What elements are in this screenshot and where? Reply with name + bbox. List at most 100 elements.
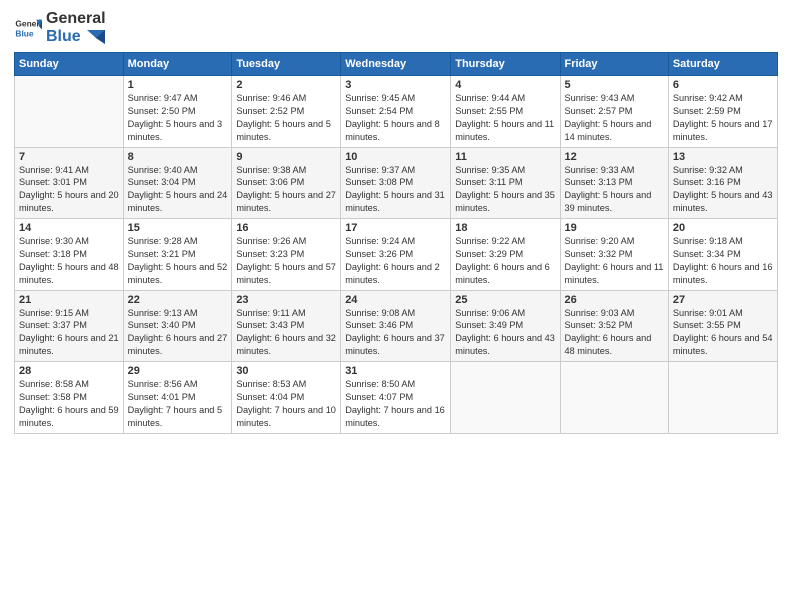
weekday-header: Tuesday [232,53,341,76]
day-info: Sunrise: 9:18 AM Sunset: 3:34 PM Dayligh… [673,235,773,287]
calendar-cell: 5 Sunrise: 9:43 AM Sunset: 2:57 PM Dayli… [560,76,668,148]
day-info: Sunrise: 9:03 AM Sunset: 3:52 PM Dayligh… [565,307,664,359]
day-info: Sunrise: 8:53 AM Sunset: 4:04 PM Dayligh… [236,378,336,430]
calendar-cell: 17 Sunrise: 9:24 AM Sunset: 3:26 PM Dayl… [341,219,451,291]
calendar-cell: 9 Sunrise: 9:38 AM Sunset: 3:06 PM Dayli… [232,147,341,219]
logo: General Blue General Blue [14,10,106,46]
calendar-cell: 21 Sunrise: 9:15 AM Sunset: 3:37 PM Dayl… [15,290,124,362]
day-info: Sunrise: 9:08 AM Sunset: 3:46 PM Dayligh… [345,307,446,359]
day-info: Sunrise: 8:50 AM Sunset: 4:07 PM Dayligh… [345,378,446,430]
day-number: 17 [345,222,446,234]
day-info: Sunrise: 9:13 AM Sunset: 3:40 PM Dayligh… [128,307,228,359]
day-number: 31 [345,365,446,377]
day-info: Sunrise: 9:41 AM Sunset: 3:01 PM Dayligh… [19,164,119,216]
day-info: Sunrise: 9:32 AM Sunset: 3:16 PM Dayligh… [673,164,773,216]
calendar-cell: 22 Sunrise: 9:13 AM Sunset: 3:40 PM Dayl… [123,290,232,362]
calendar-cell [668,362,777,434]
calendar-cell: 14 Sunrise: 9:30 AM Sunset: 3:18 PM Dayl… [15,219,124,291]
calendar-cell: 11 Sunrise: 9:35 AM Sunset: 3:11 PM Dayl… [451,147,560,219]
day-info: Sunrise: 9:22 AM Sunset: 3:29 PM Dayligh… [455,235,555,287]
day-number: 28 [19,365,119,377]
day-number: 19 [565,222,664,234]
day-info: Sunrise: 8:56 AM Sunset: 4:01 PM Dayligh… [128,378,228,430]
day-info: Sunrise: 9:45 AM Sunset: 2:54 PM Dayligh… [345,92,446,144]
day-info: Sunrise: 9:42 AM Sunset: 2:59 PM Dayligh… [673,92,773,144]
day-info: Sunrise: 9:06 AM Sunset: 3:49 PM Dayligh… [455,307,555,359]
day-number: 23 [236,294,336,306]
calendar-cell: 29 Sunrise: 8:56 AM Sunset: 4:01 PM Dayl… [123,362,232,434]
calendar-cell: 8 Sunrise: 9:40 AM Sunset: 3:04 PM Dayli… [123,147,232,219]
day-number: 4 [455,79,555,91]
day-info: Sunrise: 9:01 AM Sunset: 3:55 PM Dayligh… [673,307,773,359]
calendar-header-row: SundayMondayTuesdayWednesdayThursdayFrid… [15,53,778,76]
day-info: Sunrise: 9:30 AM Sunset: 3:18 PM Dayligh… [19,235,119,287]
weekday-header: Monday [123,53,232,76]
day-number: 22 [128,294,228,306]
calendar-cell: 16 Sunrise: 9:26 AM Sunset: 3:23 PM Dayl… [232,219,341,291]
calendar-cell: 3 Sunrise: 9:45 AM Sunset: 2:54 PM Dayli… [341,76,451,148]
calendar-cell [560,362,668,434]
calendar-cell: 19 Sunrise: 9:20 AM Sunset: 3:32 PM Dayl… [560,219,668,291]
calendar-cell: 30 Sunrise: 8:53 AM Sunset: 4:04 PM Dayl… [232,362,341,434]
calendar-cell: 20 Sunrise: 9:18 AM Sunset: 3:34 PM Dayl… [668,219,777,291]
calendar-cell: 12 Sunrise: 9:33 AM Sunset: 3:13 PM Dayl… [560,147,668,219]
calendar-week-row: 28 Sunrise: 8:58 AM Sunset: 3:58 PM Dayl… [15,362,778,434]
svg-text:Blue: Blue [15,28,33,38]
calendar-cell: 25 Sunrise: 9:06 AM Sunset: 3:49 PM Dayl… [451,290,560,362]
day-number: 15 [128,222,228,234]
day-number: 11 [455,151,555,163]
day-info: Sunrise: 9:47 AM Sunset: 2:50 PM Dayligh… [128,92,228,144]
day-info: Sunrise: 9:24 AM Sunset: 3:26 PM Dayligh… [345,235,446,287]
calendar-cell [15,76,124,148]
day-number: 1 [128,79,228,91]
calendar-cell: 1 Sunrise: 9:47 AM Sunset: 2:50 PM Dayli… [123,76,232,148]
day-info: Sunrise: 9:43 AM Sunset: 2:57 PM Dayligh… [565,92,664,144]
header-area: General Blue General Blue [14,10,778,46]
day-number: 30 [236,365,336,377]
day-number: 21 [19,294,119,306]
day-info: Sunrise: 9:33 AM Sunset: 3:13 PM Dayligh… [565,164,664,216]
weekday-header: Friday [560,53,668,76]
calendar-cell: 28 Sunrise: 8:58 AM Sunset: 3:58 PM Dayl… [15,362,124,434]
day-info: Sunrise: 9:20 AM Sunset: 3:32 PM Dayligh… [565,235,664,287]
calendar-cell: 24 Sunrise: 9:08 AM Sunset: 3:46 PM Dayl… [341,290,451,362]
day-number: 29 [128,365,228,377]
calendar-week-row: 7 Sunrise: 9:41 AM Sunset: 3:01 PM Dayli… [15,147,778,219]
day-info: Sunrise: 9:38 AM Sunset: 3:06 PM Dayligh… [236,164,336,216]
calendar-week-row: 21 Sunrise: 9:15 AM Sunset: 3:37 PM Dayl… [15,290,778,362]
day-number: 12 [565,151,664,163]
day-number: 20 [673,222,773,234]
calendar-week-row: 1 Sunrise: 9:47 AM Sunset: 2:50 PM Dayli… [15,76,778,148]
day-number: 9 [236,151,336,163]
day-number: 25 [455,294,555,306]
logo-general-text: General [46,10,106,28]
day-info: Sunrise: 9:37 AM Sunset: 3:08 PM Dayligh… [345,164,446,216]
day-number: 16 [236,222,336,234]
day-info: Sunrise: 9:15 AM Sunset: 3:37 PM Dayligh… [19,307,119,359]
day-number: 6 [673,79,773,91]
day-info: Sunrise: 9:26 AM Sunset: 3:23 PM Dayligh… [236,235,336,287]
weekday-header: Thursday [451,53,560,76]
day-number: 24 [345,294,446,306]
calendar-week-row: 14 Sunrise: 9:30 AM Sunset: 3:18 PM Dayl… [15,219,778,291]
logo-wordmark: General Blue [46,10,106,46]
day-info: Sunrise: 9:46 AM Sunset: 2:52 PM Dayligh… [236,92,336,144]
day-number: 3 [345,79,446,91]
logo-icon: General Blue [14,14,42,42]
calendar-cell: 31 Sunrise: 8:50 AM Sunset: 4:07 PM Dayl… [341,362,451,434]
calendar-table: SundayMondayTuesdayWednesdayThursdayFrid… [14,52,778,434]
day-number: 7 [19,151,119,163]
day-number: 14 [19,222,119,234]
calendar-cell: 18 Sunrise: 9:22 AM Sunset: 3:29 PM Dayl… [451,219,560,291]
calendar-cell: 10 Sunrise: 9:37 AM Sunset: 3:08 PM Dayl… [341,147,451,219]
day-info: Sunrise: 9:35 AM Sunset: 3:11 PM Dayligh… [455,164,555,216]
calendar-cell [451,362,560,434]
calendar-cell: 23 Sunrise: 9:11 AM Sunset: 3:43 PM Dayl… [232,290,341,362]
calendar-cell: 6 Sunrise: 9:42 AM Sunset: 2:59 PM Dayli… [668,76,777,148]
day-info: Sunrise: 9:40 AM Sunset: 3:04 PM Dayligh… [128,164,228,216]
weekday-header: Wednesday [341,53,451,76]
day-number: 27 [673,294,773,306]
day-info: Sunrise: 9:11 AM Sunset: 3:43 PM Dayligh… [236,307,336,359]
day-number: 8 [128,151,228,163]
calendar-cell: 13 Sunrise: 9:32 AM Sunset: 3:16 PM Dayl… [668,147,777,219]
